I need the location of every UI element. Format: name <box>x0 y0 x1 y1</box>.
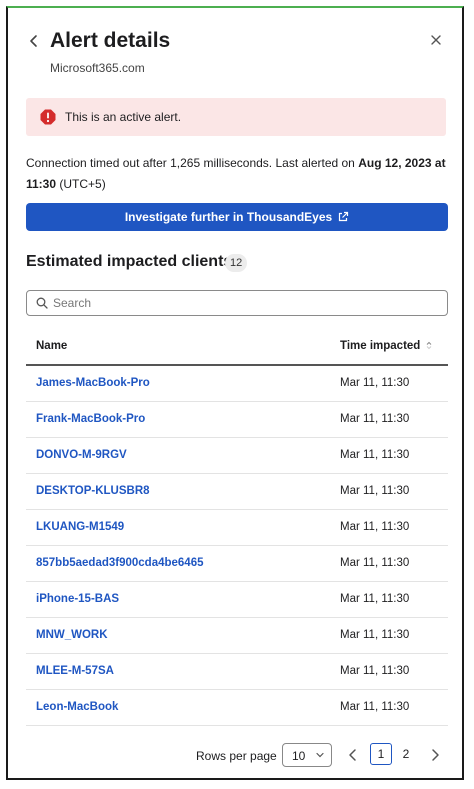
chevron-left-icon <box>349 749 356 761</box>
external-link-icon <box>339 211 349 222</box>
alert-banner-text: This is an active alert. <box>65 110 182 124</box>
sort-icon <box>426 342 432 350</box>
client-name-link[interactable]: MNW_WORK <box>36 629 108 641</box>
impacted-clients-title: Estimated impacted clients <box>26 253 233 270</box>
impacted-clients-table: Name Time impacted James-MacBook-Pro Mar… <box>26 329 448 726</box>
client-name-link[interactable]: James-MacBook-Pro <box>36 377 150 389</box>
client-name-link[interactable]: Leon-MacBook <box>36 701 118 713</box>
client-time-impacted: Mar 11, 11:30 <box>340 449 410 461</box>
column-header-time-label: Time impacted <box>340 340 421 352</box>
alert-details-panel: Alert details Microsoft365.com This is a… <box>6 6 464 780</box>
page-subtitle: Microsoft365.com <box>50 61 145 75</box>
alert-message-prefix: Connection timed out after 1,265 millise… <box>26 156 359 170</box>
table-row: Frank-MacBook-Pro Mar 11, 11:30 <box>26 402 448 438</box>
investigate-button-label: Investigate further in ThousandEyes <box>124 210 333 224</box>
table-row: James-MacBook-Pro Mar 11, 11:30 <box>26 366 448 402</box>
chevron-down-icon <box>316 752 324 758</box>
table-header: Name Time impacted <box>26 329 448 366</box>
alert-message-suffix: (UTC+5) <box>56 177 106 191</box>
client-name-link[interactable]: Frank-MacBook-Pro <box>36 413 145 425</box>
close-button[interactable] <box>428 32 444 48</box>
client-name-link[interactable]: DONVO-M-9RGV <box>36 449 127 461</box>
chevron-right-icon <box>432 749 439 761</box>
investigate-thousandeyes-button[interactable]: Investigate further in ThousandEyes <box>26 203 448 231</box>
client-time-impacted: Mar 11, 11:30 <box>340 377 410 389</box>
page-button-1[interactable]: 1 <box>370 743 392 765</box>
table-row: iPhone-15-BAS Mar 11, 11:30 <box>26 582 448 618</box>
table-row: MNW_WORK Mar 11, 11:30 <box>26 618 448 654</box>
table-row: 857bb5aedad3f900cda4be6465 Mar 11, 11:30 <box>26 546 448 582</box>
column-header-name[interactable]: Name <box>36 340 67 352</box>
alert-octagon-icon <box>40 109 56 125</box>
table-row: MLEE-M-57SA Mar 11, 11:30 <box>26 654 448 690</box>
client-time-impacted: Mar 11, 11:30 <box>340 557 410 569</box>
rows-per-page-select[interactable]: 10 <box>282 743 332 767</box>
column-header-time-impacted[interactable]: Time impacted <box>340 340 432 352</box>
active-alert-banner: This is an active alert. <box>26 98 446 136</box>
chevron-left-icon <box>30 35 37 47</box>
search-icon <box>36 297 48 309</box>
client-name-link[interactable]: 857bb5aedad3f900cda4be6465 <box>36 557 204 569</box>
client-time-impacted: Mar 11, 11:30 <box>340 593 410 605</box>
impacted-clients-count-badge: 12 <box>225 254 248 272</box>
rows-per-page-value: 10 <box>292 749 306 763</box>
table-row: DONVO-M-9RGV Mar 11, 11:30 <box>26 438 448 474</box>
panel-header: Alert details Microsoft365.com <box>26 26 444 76</box>
table-row: Leon-MacBook Mar 11, 11:30 <box>26 690 448 726</box>
client-name-link[interactable]: DESKTOP-KLUSBR8 <box>36 485 150 497</box>
table-body: James-MacBook-Pro Mar 11, 11:30 Frank-Ma… <box>26 366 448 726</box>
client-name-link[interactable]: MLEE-M-57SA <box>36 665 114 677</box>
alert-message: Connection timed out after 1,265 millise… <box>26 153 450 195</box>
client-time-impacted: Mar 11, 11:30 <box>340 485 410 497</box>
next-page-button[interactable] <box>428 747 442 763</box>
client-name-link[interactable]: iPhone-15-BAS <box>36 593 119 605</box>
client-time-impacted: Mar 11, 11:30 <box>340 413 410 425</box>
client-time-impacted: Mar 11, 11:30 <box>340 665 410 677</box>
pagination: Rows per page 10 1 2 <box>8 743 462 769</box>
back-button[interactable] <box>26 32 42 50</box>
close-icon <box>431 35 441 45</box>
previous-page-button[interactable] <box>346 747 360 763</box>
client-search-input[interactable] <box>53 293 433 312</box>
page-button-2[interactable]: 2 <box>395 743 417 765</box>
table-row: DESKTOP-KLUSBR8 Mar 11, 11:30 <box>26 474 448 510</box>
client-name-link[interactable]: LKUANG-M1549 <box>36 521 124 533</box>
table-row: LKUANG-M1549 Mar 11, 11:30 <box>26 510 448 546</box>
rows-per-page-label: Rows per page <box>196 749 277 763</box>
client-time-impacted: Mar 11, 11:30 <box>340 521 410 533</box>
client-search-box <box>26 290 448 316</box>
client-time-impacted: Mar 11, 11:30 <box>340 629 410 641</box>
page-title: Alert details <box>50 29 171 52</box>
client-time-impacted: Mar 11, 11:30 <box>340 701 410 713</box>
